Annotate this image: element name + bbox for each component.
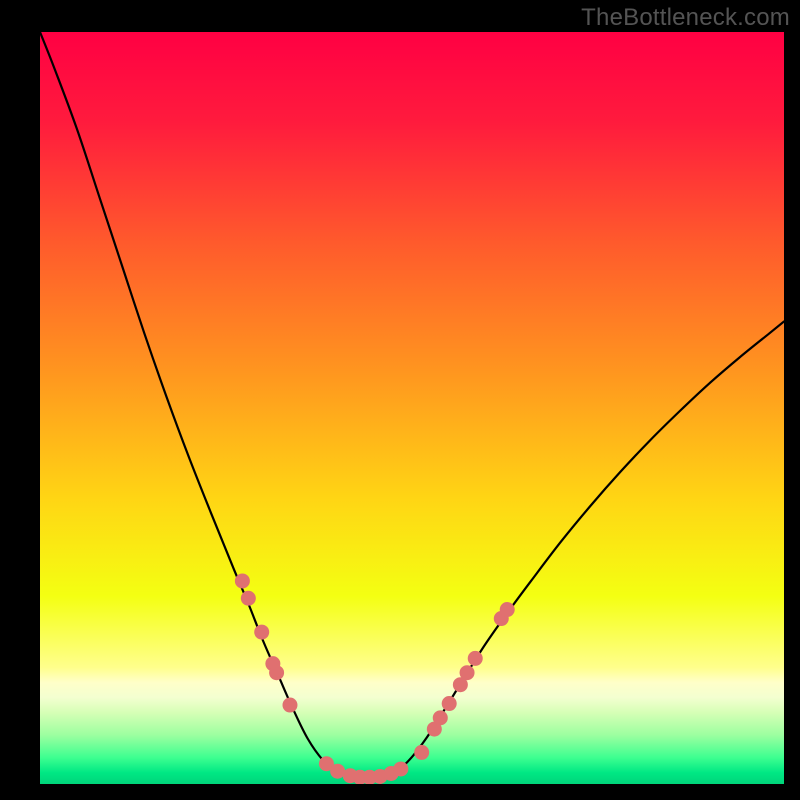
data-marker [433,710,448,725]
data-marker [235,573,250,588]
chart-frame: TheBottleneck.com [0,0,800,800]
series-left-curve [40,32,367,779]
data-marker [393,761,408,776]
data-marker [500,602,515,617]
data-marker [442,696,457,711]
data-marker [414,745,429,760]
data-marker [282,698,297,713]
plot-area [40,32,784,784]
data-marker [254,625,269,640]
watermark-text: TheBottleneck.com [581,4,790,32]
series-right-curve [367,322,784,779]
data-marker [468,651,483,666]
data-marker [269,665,284,680]
curve-layer [40,32,784,784]
data-marker [241,591,256,606]
data-marker [460,665,475,680]
